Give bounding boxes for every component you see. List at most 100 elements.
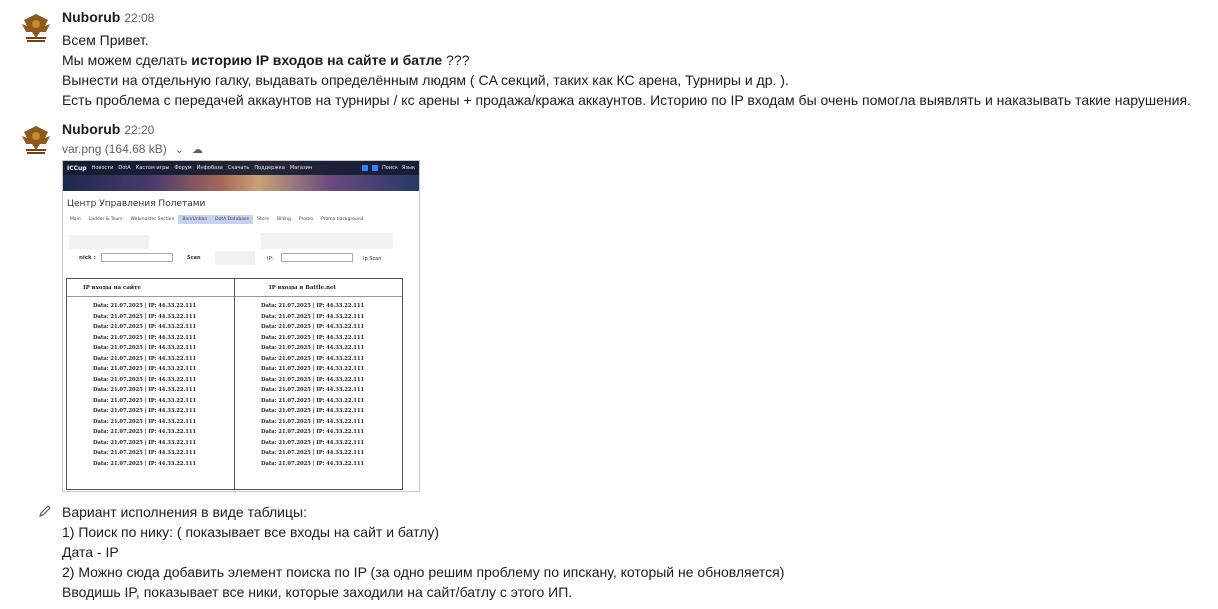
ip-entry-row: Data: 21.07.2025 | IP: 44.33.22.111: [261, 397, 365, 404]
file-size: (164.68 kB): [104, 142, 167, 156]
message-line: 2) Можно сюда добавить элемент поиска по…: [62, 564, 785, 580]
ip-entry-row: Data: 21.07.2025 | IP: 44.33.22.111: [261, 324, 365, 330]
ip-entry-row: Data: 21.07.2025 | IP: 44.33.22.111: [93, 303, 197, 309]
avatar[interactable]: [18, 122, 54, 158]
tab-bar: Main Ladder & Tours Webmaster Section Ba…: [63, 213, 419, 225]
ip-entry-row: Data: 21.07.2025 | IP: 44.33.22.111: [261, 355, 365, 362]
placeholder-box: [69, 235, 149, 249]
nav-item: Инфобаза: [196, 165, 223, 171]
ip-label: IP:: [267, 256, 274, 262]
message-line-suffix: ???: [442, 52, 470, 68]
tab: DotA Database: [211, 214, 254, 224]
avatar[interactable]: [18, 10, 54, 46]
author-name[interactable]: Nuborub 22:08: [62, 9, 154, 25]
ip-entry-row: Data: 21.07.2025 | IP: 44.33.22.111: [93, 408, 197, 414]
message-line-prefix: Мы можем сделать: [62, 52, 192, 68]
ip-scan-button: Ip Scan: [363, 256, 382, 262]
tab: Store: [257, 216, 270, 222]
nav-item: Новости: [91, 165, 114, 171]
ip-entry-row: Data: 21.07.2025 | IP: 44.33.22.111: [261, 408, 365, 414]
file-name[interactable]: var.png (164.68 kB): [62, 142, 167, 156]
ip-entry-row: Data: 21.07.2025 | IP: 44.33.22.111: [93, 376, 197, 383]
chevron-down-icon[interactable]: ⌄: [175, 143, 184, 156]
cloud-icon[interactable]: ☁: [192, 143, 203, 156]
ip-entry-row: Data: 21.07.2025 | IP: 44.33.22.111: [261, 429, 365, 435]
tab: Ladder & Tours: [88, 216, 123, 222]
message-line: Вариант исполнения в виде таблицы:: [62, 504, 307, 520]
ip-entry-row: Data: 21.07.2025 | IP: 44.33.22.111: [93, 324, 197, 330]
author-name-text[interactable]: Nuborub: [62, 121, 120, 137]
nick-label: nick :: [79, 255, 96, 261]
message-line: Всем Привет.: [62, 32, 149, 48]
tab: Promo: [298, 216, 314, 222]
ip-entry-row: Data: 21.07.2025 | IP: 44.33.22.111: [261, 334, 365, 341]
ip-entry-row: Data: 21.07.2025 | IP: 44.33.22.111: [261, 376, 365, 383]
column-header: IP входы на сайте: [67, 279, 234, 297]
ip-entry-row: Data: 21.07.2025 | IP: 44.33.22.111: [93, 397, 197, 404]
square-icon: [372, 165, 379, 171]
nav-item: Скачать: [227, 165, 250, 171]
site-ip-column: IP входы на сайте Data: 21.07.2025 | IP:…: [67, 279, 235, 489]
tab: Promo background: [321, 216, 364, 222]
ip-input: [281, 253, 353, 262]
placeholder-box: [215, 251, 255, 265]
nav-item: Кастом игры: [135, 165, 170, 171]
ip-entry-row: Data: 21.07.2025 | IP: 44.33.22.111: [93, 355, 197, 362]
column-header: IP входы в Battle.net: [235, 279, 402, 297]
ip-entry-row: Data: 21.07.2025 | IP: 44.33.22.111: [261, 303, 365, 309]
message-line: Вынести на отдельную галку, выдавать опр…: [62, 72, 789, 88]
ip-entry-row: Data: 21.07.2025 | IP: 44.33.22.111: [93, 334, 197, 341]
ip-entry-row: Data: 21.07.2025 | IP: 44.33.22.111: [93, 387, 197, 393]
site-banner: ICCup Новости DotA Кастом игры Форум Инф…: [63, 161, 419, 191]
message-line: Есть проблема с передачей аккаунтов на т…: [62, 92, 1191, 108]
battlenet-ip-rows: Data: 21.07.2025 | IP: 44.33.22.111 Data:…: [235, 297, 402, 469]
battlenet-ip-column: IP входы в Battle.net Data: 21.07.2025 |…: [235, 279, 402, 489]
message-line: 1) Поиск по нику: ( показывает все входы…: [62, 524, 440, 540]
ip-entry-row: Data: 21.07.2025 | IP: 44.33.22.111: [93, 429, 197, 435]
tab: Webmaster Section: [130, 216, 175, 222]
tab: Main: [70, 216, 81, 222]
ip-entry-row: Data: 21.07.2025 | IP: 44.33.22.111: [261, 345, 365, 351]
message-time[interactable]: 22:08: [124, 11, 154, 25]
image-attachment[interactable]: ICCup Новости DotA Кастом игры Форум Инф…: [62, 160, 420, 492]
ip-entry-row: Data: 21.07.2025 | IP: 44.33.22.111: [93, 460, 197, 467]
file-name-text[interactable]: var.png: [62, 142, 101, 156]
tab: Billing: [277, 216, 291, 222]
message-line: Мы можем сделать историю IP входов на са…: [62, 50, 469, 70]
ip-entry-row: Data: 21.07.2025 | IP: 44.33.22.111: [93, 418, 197, 425]
pencil-icon: [39, 505, 51, 517]
message-line: Дата - IP: [62, 544, 119, 560]
ip-entry-row: Data: 21.07.2025 | IP: 44.33.22.111: [261, 460, 365, 467]
tab: Ban/Unban: [178, 214, 212, 224]
ip-entry-row: Data: 21.07.2025 | IP: 44.33.22.111: [261, 450, 365, 456]
nav-search: Поиск: [382, 165, 398, 171]
nav-item: Магазин: [289, 165, 313, 171]
ip-entry-row: Data: 21.07.2025 | IP: 44.33.22.111: [261, 366, 365, 372]
nav-item: Поддержка: [254, 165, 285, 171]
nav-right: Поиск Язык: [362, 165, 419, 171]
file-meta: var.png (164.68 kB) ⌄ ☁: [62, 142, 203, 156]
nav-item: DotA: [118, 165, 131, 171]
scan-controls: nick : Scan IP: Ip Scan: [63, 225, 419, 273]
message-line: Вводишь IP, показывает все ники, которые…: [62, 584, 573, 600]
author-name[interactable]: Nuborub 22:20: [62, 121, 154, 137]
ip-entry-row: Data: 21.07.2025 | IP: 44.33.22.111: [93, 313, 197, 320]
scan-button: Scan: [187, 255, 201, 261]
author-name-text[interactable]: Nuborub: [62, 9, 120, 25]
placeholder-box: [261, 233, 393, 249]
page-title: Центр Управления Полетами: [67, 199, 206, 209]
nav-language: Язык: [401, 165, 415, 171]
site-ip-rows: Data: 21.07.2025 | IP: 44.33.22.111 Data:…: [67, 297, 234, 469]
square-icon: [362, 165, 369, 171]
ip-entry-row: Data: 21.07.2025 | IP: 44.33.22.111: [261, 439, 365, 446]
ip-entry-row: Data: 21.07.2025 | IP: 44.33.22.111: [93, 439, 197, 446]
message-time[interactable]: 22:20: [124, 123, 154, 137]
ip-entry-row: Data: 21.07.2025 | IP: 44.33.22.111: [261, 313, 365, 320]
ip-tables: IP входы на сайте Data: 21.07.2025 | IP:…: [66, 278, 403, 490]
ip-entry-row: Data: 21.07.2025 | IP: 44.33.22.111: [93, 366, 197, 372]
ip-entry-row: Data: 21.07.2025 | IP: 44.33.22.111: [93, 345, 197, 351]
ip-entry-row: Data: 21.07.2025 | IP: 44.33.22.111: [93, 450, 197, 456]
nav-item: Форум: [174, 165, 192, 171]
site-nav: ICCup Новости DotA Кастом игры Форум Инф…: [63, 161, 419, 175]
message-1: Nuborub 22:08 Всем Привет. Мы можем сдела…: [0, 0, 1218, 112]
